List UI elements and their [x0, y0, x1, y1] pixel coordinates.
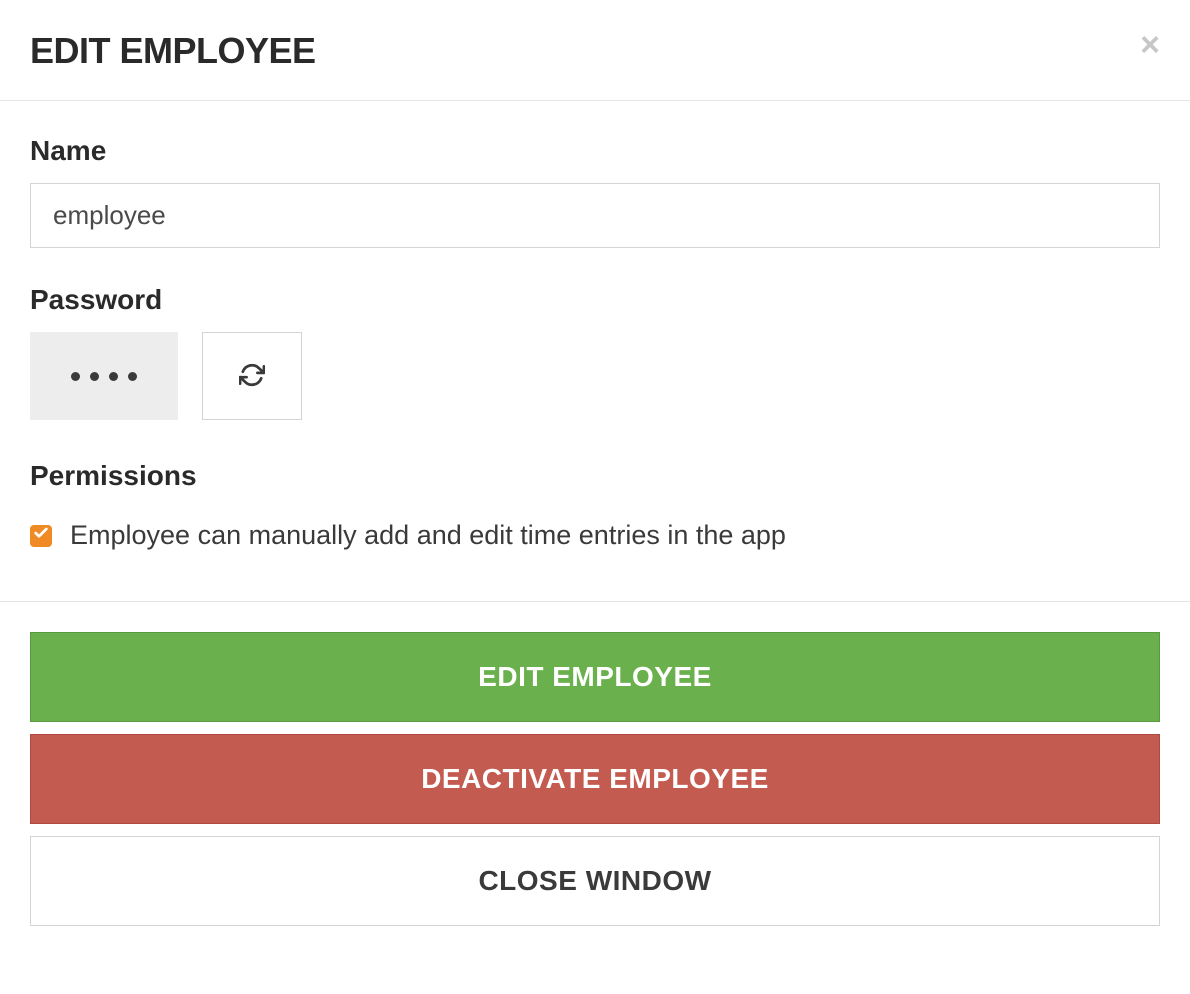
name-input[interactable]	[30, 183, 1160, 248]
refresh-icon	[239, 362, 265, 391]
edit-employee-button[interactable]: EDIT EMPLOYEE	[30, 632, 1160, 722]
deactivate-employee-button[interactable]: DEACTIVATE EMPLOYEE	[30, 734, 1160, 824]
password-masked-dots	[71, 372, 137, 381]
password-label: Password	[30, 284, 1160, 316]
permission-checkbox[interactable]	[30, 525, 52, 547]
permission-checkbox-row: Employee can manually add and edit time …	[30, 520, 1160, 551]
refresh-password-button[interactable]	[202, 332, 302, 420]
modal-title: EDIT EMPLOYEE	[30, 30, 1160, 72]
modal-header: EDIT EMPLOYEE ×	[0, 0, 1190, 101]
close-icon[interactable]: ×	[1140, 28, 1160, 62]
close-window-button[interactable]: CLOSE WINDOW	[30, 836, 1160, 926]
password-display	[30, 332, 178, 420]
modal-footer: EDIT EMPLOYEE DEACTIVATE EMPLOYEE CLOSE …	[0, 601, 1190, 952]
edit-employee-modal: EDIT EMPLOYEE × Name Password	[0, 0, 1190, 952]
permission-checkbox-label: Employee can manually add and edit time …	[70, 520, 786, 551]
permissions-label: Permissions	[30, 460, 1160, 492]
password-row	[30, 332, 1160, 420]
name-label: Name	[30, 135, 1160, 167]
modal-body: Name Password	[0, 101, 1190, 601]
checkmark-icon	[33, 525, 49, 546]
